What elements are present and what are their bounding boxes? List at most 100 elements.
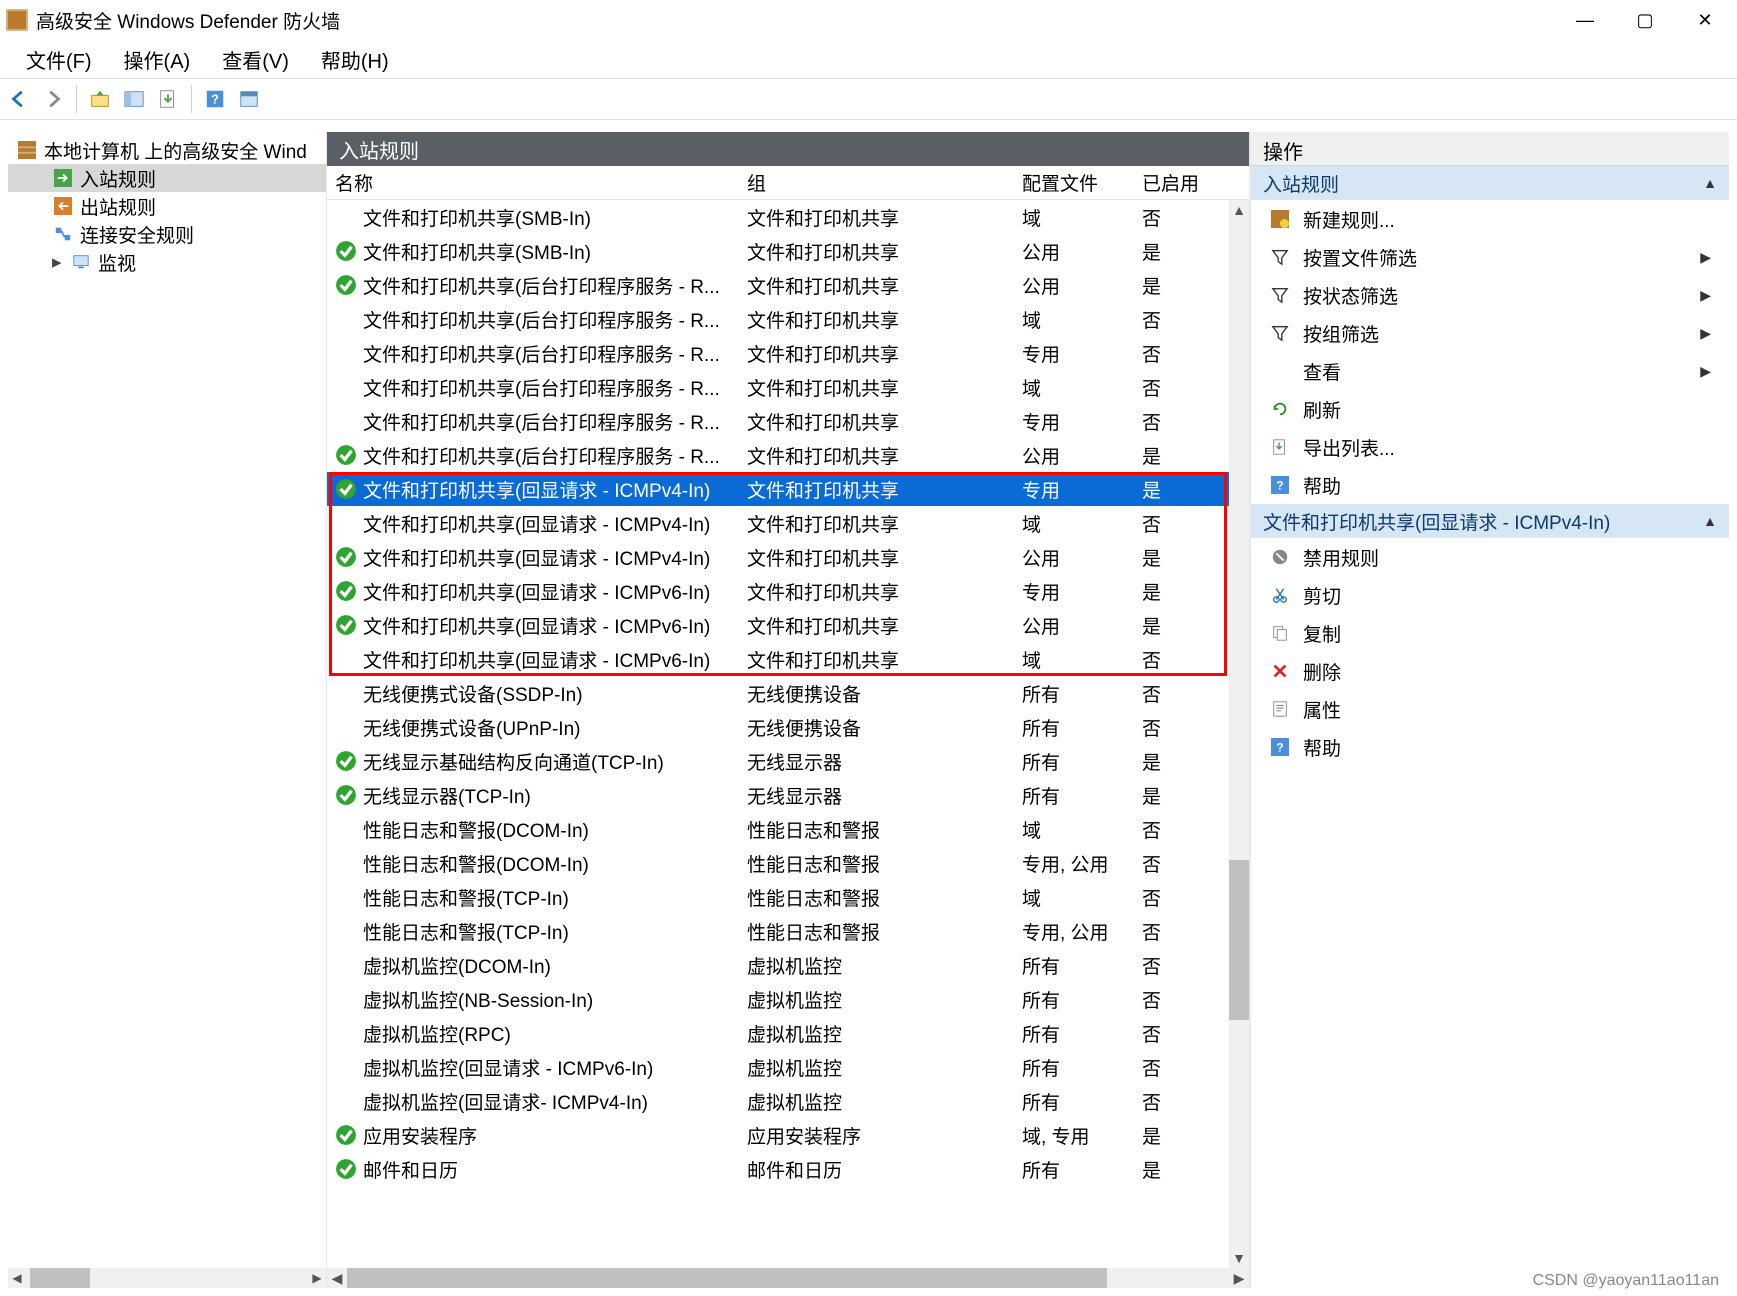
rule-row[interactable]: 邮件和日历邮件和日历所有是 — [327, 1152, 1249, 1186]
center-hscrollbar[interactable]: ◀ ▶ — [327, 1268, 1249, 1288]
action-help2[interactable]: ? 帮助 — [1251, 728, 1729, 766]
action-new-rule[interactable]: 新建规则... — [1251, 200, 1729, 238]
rule-row[interactable]: 文件和打印机共享(后台打印程序服务 - R...文件和打印机共享域否 — [327, 370, 1249, 404]
actions-pane: 操作 入站规则 ▲ 新建规则... 按置文件筛选 ▶ 按状态筛选 ▶ 按组筛选 … — [1250, 132, 1729, 1288]
rule-name: 文件和打印机共享(SMB-In) — [363, 204, 591, 231]
rule-enabled: 否 — [1142, 918, 1212, 945]
action-delete[interactable]: 删除 — [1251, 652, 1729, 690]
scroll-right-icon[interactable]: ▶ — [1229, 1268, 1249, 1288]
menu-view[interactable]: 查看(V) — [206, 41, 305, 78]
rule-group: 文件和打印机共享 — [747, 374, 1022, 401]
up-button[interactable] — [85, 84, 115, 114]
rule-row[interactable]: 文件和打印机共享(后台打印程序服务 - R...文件和打印机共享专用否 — [327, 404, 1249, 438]
rule-row[interactable]: 文件和打印机共享(回显请求 - ICMPv4-In)文件和打印机共享公用是 — [327, 540, 1249, 574]
help-button[interactable]: ? — [200, 84, 230, 114]
action-disable-rule[interactable]: 禁用规则 — [1251, 538, 1729, 576]
back-button[interactable] — [4, 84, 34, 114]
collapse-icon[interactable]: ▲ — [1703, 175, 1717, 191]
rule-row[interactable]: 文件和打印机共享(后台打印程序服务 - R...文件和打印机共享公用是 — [327, 268, 1249, 302]
menu-file[interactable]: 文件(F) — [10, 41, 108, 78]
rule-row[interactable]: 文件和打印机共享(回显请求 - ICMPv6-In)文件和打印机共享专用是 — [327, 574, 1249, 608]
center-vscroll-thumb[interactable] — [1229, 860, 1249, 1020]
rule-name: 文件和打印机共享(回显请求 - ICMPv4-In) — [363, 510, 710, 537]
grid-header[interactable]: 名称 组 配置文件 已启用 — [327, 166, 1249, 200]
col-name[interactable]: 名称 — [335, 169, 747, 196]
rule-row[interactable]: 性能日志和警报(DCOM-In)性能日志和警报域否 — [327, 812, 1249, 846]
rule-name: 文件和打印机共享(后台打印程序服务 - R... — [363, 408, 720, 435]
export-button[interactable] — [153, 84, 183, 114]
monitor-icon — [70, 251, 92, 273]
action-filter-state[interactable]: 按状态筛选 ▶ — [1251, 276, 1729, 314]
forward-button[interactable] — [38, 84, 68, 114]
tree-outbound[interactable]: 出站规则 — [8, 192, 326, 220]
center-hscroll-thumb[interactable] — [347, 1268, 1107, 1288]
rules-grid[interactable]: 名称 组 配置文件 已启用 文件和打印机共享(SMB-In)文件和打印机共享域否… — [327, 166, 1249, 1288]
rule-row[interactable]: 文件和打印机共享(回显请求 - ICMPv4-In)文件和打印机共享域否 — [327, 506, 1249, 540]
rule-row[interactable]: 文件和打印机共享(SMB-In)文件和打印机共享域否 — [327, 200, 1249, 234]
rule-group: 性能日志和警报 — [747, 918, 1022, 945]
rule-row[interactable]: 性能日志和警报(TCP-In)性能日志和警报专用, 公用否 — [327, 914, 1249, 948]
rule-row[interactable]: 文件和打印机共享(后台打印程序服务 - R...文件和打印机共享专用否 — [327, 336, 1249, 370]
actions-section-inbound[interactable]: 入站规则 ▲ — [1251, 166, 1729, 200]
rule-row[interactable]: 无线显示器(TCP-In)无线显示器所有是 — [327, 778, 1249, 812]
close-button[interactable]: ✕ — [1675, 0, 1735, 40]
tree-monitor[interactable]: ▸ 监视 — [8, 248, 326, 276]
rule-enabled: 是 — [1142, 782, 1212, 809]
action-cut[interactable]: 剪切 — [1251, 576, 1729, 614]
disabled-icon — [335, 988, 357, 1010]
actions-section-rule[interactable]: 文件和打印机共享(回显请求 - ICMPv4-In) ▲ — [1251, 504, 1729, 538]
rule-profile: 专用 — [1022, 476, 1142, 503]
rule-row[interactable]: 无线便携式设备(SSDP-In)无线便携设备所有否 — [327, 676, 1249, 710]
menu-help[interactable]: 帮助(H) — [305, 41, 405, 78]
rule-row[interactable]: 无线显示基础结构反向通道(TCP-In)无线显示器所有是 — [327, 744, 1249, 778]
rule-row[interactable]: 性能日志和警报(TCP-In)性能日志和警报域否 — [327, 880, 1249, 914]
tree-root[interactable]: 本地计算机 上的高级安全 Wind — [8, 136, 326, 164]
left-hscroll-thumb[interactable] — [30, 1268, 90, 1288]
scroll-left-icon[interactable]: ◀ — [327, 1268, 347, 1288]
rule-row[interactable]: 应用安装程序应用安装程序域, 专用是 — [327, 1118, 1249, 1152]
rule-row[interactable]: 虚拟机监控(RPC)虚拟机监控所有否 — [327, 1016, 1249, 1050]
action-copy[interactable]: 复制 — [1251, 614, 1729, 652]
rule-row[interactable]: 文件和打印机共享(后台打印程序服务 - R...文件和打印机共享域否 — [327, 302, 1249, 336]
app-icon — [6, 9, 28, 31]
show-hide-tree-button[interactable] — [119, 84, 149, 114]
tree-inbound-label: 入站规则 — [80, 165, 156, 192]
scope-tree[interactable]: 本地计算机 上的高级安全 Wind 入站规则 出站规则 连接安全规则 ▸ 监视 — [8, 132, 326, 1268]
tree-connsec[interactable]: 连接安全规则 — [8, 220, 326, 248]
menu-action[interactable]: 操作(A) — [108, 41, 207, 78]
rule-row[interactable]: 虚拟机监控(回显请求- ICMPv4-In)虚拟机监控所有否 — [327, 1084, 1249, 1118]
action-help[interactable]: ? 帮助 — [1251, 466, 1729, 504]
action-export[interactable]: 导出列表... — [1251, 428, 1729, 466]
rule-row[interactable]: 文件和打印机共享(回显请求 - ICMPv4-In)文件和打印机共享专用是 — [327, 472, 1249, 506]
rule-row[interactable]: 文件和打印机共享(回显请求 - ICMPv6-In)文件和打印机共享公用是 — [327, 608, 1249, 642]
rule-row[interactable]: 文件和打印机共享(后台打印程序服务 - R...文件和打印机共享公用是 — [327, 438, 1249, 472]
action-filter-group[interactable]: 按组筛选 ▶ — [1251, 314, 1729, 352]
rule-row[interactable]: 文件和打印机共享(回显请求 - ICMPv6-In)文件和打印机共享域否 — [327, 642, 1249, 676]
properties-button[interactable] — [234, 84, 264, 114]
col-group[interactable]: 组 — [747, 169, 1022, 196]
col-enabled[interactable]: 已启用 — [1142, 169, 1212, 196]
minimize-button[interactable]: — — [1555, 0, 1615, 40]
center-vscrollbar[interactable]: ▲ ▼ — [1229, 200, 1249, 1268]
scroll-up-icon[interactable]: ▲ — [1229, 200, 1249, 220]
chevron-right-icon[interactable]: ▸ — [52, 251, 68, 274]
action-refresh[interactable]: 刷新 — [1251, 390, 1729, 428]
action-view[interactable]: 查看 ▶ — [1251, 352, 1729, 390]
col-profile[interactable]: 配置文件 — [1022, 169, 1142, 196]
tree-inbound[interactable]: 入站规则 — [8, 164, 326, 192]
rule-row[interactable]: 文件和打印机共享(SMB-In)文件和打印机共享公用是 — [327, 234, 1249, 268]
rule-row[interactable]: 虚拟机监控(DCOM-In)虚拟机监控所有否 — [327, 948, 1249, 982]
action-properties[interactable]: 属性 — [1251, 690, 1729, 728]
rule-row[interactable]: 虚拟机监控(NB-Session-In)虚拟机监控所有否 — [327, 982, 1249, 1016]
collapse-icon[interactable]: ▲ — [1703, 513, 1717, 529]
rule-enabled: 是 — [1142, 578, 1212, 605]
maximize-button[interactable]: ▢ — [1615, 0, 1675, 40]
action-filter-profile[interactable]: 按置文件筛选 ▶ — [1251, 238, 1729, 276]
scroll-down-icon[interactable]: ▼ — [1229, 1248, 1249, 1268]
rule-row[interactable]: 性能日志和警报(DCOM-In)性能日志和警报专用, 公用否 — [327, 846, 1249, 880]
left-hscrollbar[interactable]: ◀ ▶ — [8, 1268, 326, 1288]
export-icon — [1269, 436, 1291, 458]
rule-group: 文件和打印机共享 — [747, 442, 1022, 469]
rule-row[interactable]: 无线便携式设备(UPnP-In)无线便携设备所有否 — [327, 710, 1249, 744]
rule-row[interactable]: 虚拟机监控(回显请求 - ICMPv6-In)虚拟机监控所有否 — [327, 1050, 1249, 1084]
